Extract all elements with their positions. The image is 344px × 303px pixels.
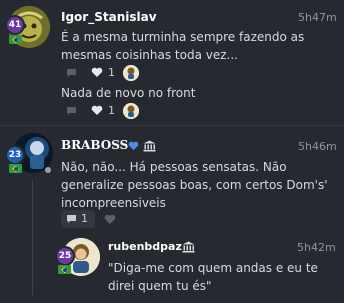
level-badge: 25 — [55, 246, 75, 266]
comment-text-continued: Nada de novo no front — [61, 86, 196, 100]
speech-bubble-icon[interactable] — [66, 68, 77, 78]
username[interactable]: Igor_Stanislav — [61, 10, 157, 24]
online-indicator — [45, 167, 51, 173]
level-badge: 41 — [5, 15, 25, 35]
brazil-flag-icon — [9, 164, 22, 173]
heart-badge-icon — [128, 141, 139, 151]
building-icon — [143, 140, 156, 152]
like-count: 1 — [108, 66, 115, 79]
level-badge: 23 — [5, 145, 25, 165]
thread-line — [32, 180, 33, 295]
liker-avatar[interactable] — [123, 103, 139, 119]
comment-text: "Diga-me com quem andas e eu te direi qu… — [108, 261, 318, 293]
timestamp: 5h42m — [297, 241, 336, 254]
timestamp: 5h46m — [298, 140, 337, 153]
comment-text: É a mesma turminha sempre fazendo as mes… — [61, 30, 305, 62]
brazil-flag-icon — [58, 265, 71, 274]
comment-text: Não, não... Há pessoas sensatas. Não gen… — [61, 160, 328, 210]
brazil-flag-icon — [9, 35, 22, 44]
username[interactable]: BRABOSS — [61, 138, 128, 152]
reply-count: 1 — [81, 212, 88, 225]
heart-icon[interactable] — [104, 214, 116, 225]
speech-bubble-icon[interactable] — [66, 106, 77, 116]
like-count: 1 — [108, 104, 115, 117]
divider — [0, 125, 344, 126]
heart-icon[interactable] — [91, 105, 103, 116]
liker-avatar[interactable] — [123, 65, 139, 81]
heart-icon[interactable] — [91, 67, 103, 78]
timestamp: 5h47m — [298, 11, 337, 24]
reply-count-button[interactable]: 1 — [61, 210, 95, 228]
speech-bubble-icon — [67, 215, 76, 223]
username[interactable]: rubenbdpaz — [108, 240, 182, 253]
building-icon — [182, 241, 195, 253]
